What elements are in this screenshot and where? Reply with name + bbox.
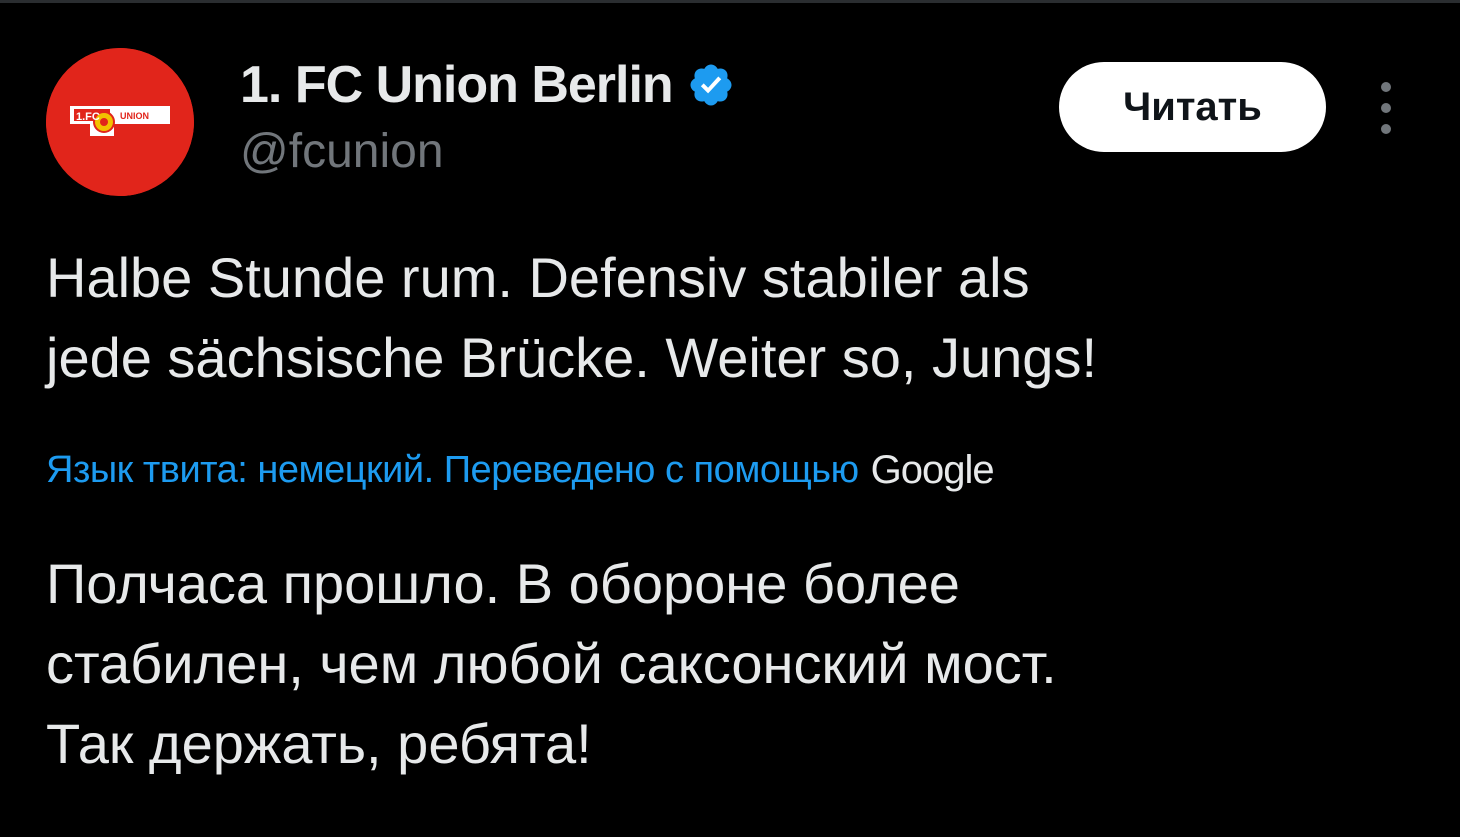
more-dot (1381, 103, 1391, 113)
translation-label[interactable]: Язык твита: немецкий. Переведено с помощ… (46, 449, 859, 492)
union-berlin-logo-icon: 1.FC UNION (46, 48, 194, 196)
tweet-original-text: Halbe Stunde rum. Defensiv stabiler als … (46, 246, 1098, 389)
logo-text: UNION (120, 111, 149, 121)
author-name[interactable]: 1. FC Union Berlin (240, 55, 674, 115)
more-dot (1381, 124, 1391, 134)
translation-note: Язык твита: немецкий. Переведено с помощ… (46, 442, 995, 498)
tweet-translated-text: Полчаса прошло. В обороне более стабилен… (46, 552, 1057, 775)
author-avatar[interactable]: 1.FC UNION (46, 48, 194, 196)
tweet-card: 1.FC UNION 1. FC Union Berlin @fcunion Ч… (0, 0, 1460, 837)
google-logo: Google (870, 447, 995, 492)
more-dot (1381, 82, 1391, 92)
author-name-row: 1. FC Union Berlin (240, 54, 735, 116)
verified-badge-icon[interactable] (687, 61, 735, 109)
follow-button[interactable]: Читать (1059, 62, 1326, 152)
more-dots-icon[interactable] (1370, 82, 1402, 134)
author-handle[interactable]: @fcunion (240, 124, 444, 179)
logo-number: 1.FC (76, 111, 100, 123)
